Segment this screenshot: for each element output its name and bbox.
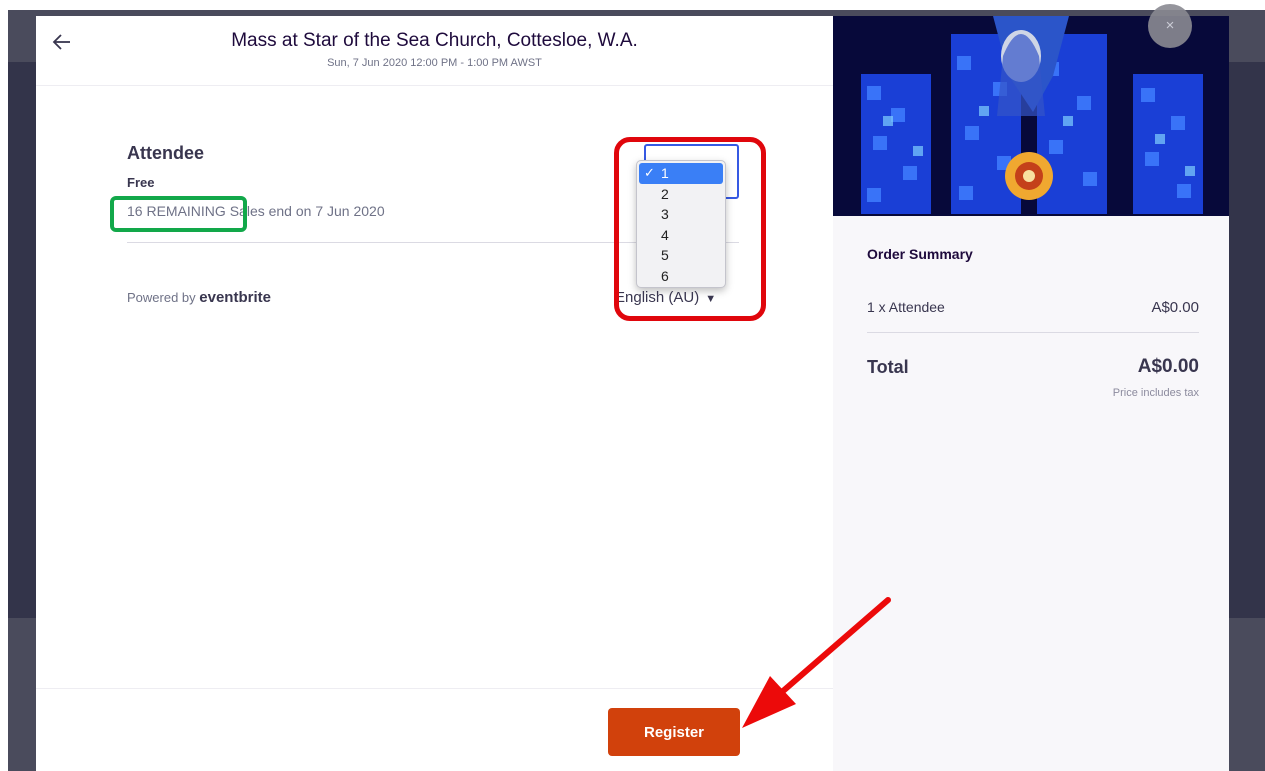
language-label: English (AU) xyxy=(615,289,700,306)
quantity-option-label: 2 xyxy=(661,185,669,202)
quantity-dropdown: ✓ 1 2 3 4 5 6 xyxy=(636,160,726,288)
total-label: Total xyxy=(867,357,909,377)
order-line-label: 1 x Attendee xyxy=(867,299,945,315)
checkmark-icon: ✓ xyxy=(644,165,655,180)
quantity-option-6[interactable]: 6 xyxy=(637,266,725,287)
quantity-option-label: 4 xyxy=(661,226,669,243)
quantity-option-2[interactable]: 2 xyxy=(637,184,725,205)
event-date: Sun, 7 Jun 2020 12:00 PM - 1:00 PM AWST xyxy=(327,57,542,69)
sales-end-date: Sales end on 7 Jun 2020 xyxy=(229,203,385,219)
ticket-name: Attendee xyxy=(127,143,205,163)
order-summary-title: Order Summary xyxy=(867,246,973,262)
event-title: Mass at Star of the Sea Church, Cotteslo… xyxy=(231,30,638,51)
checkout-main-panel: Mass at Star of the Sea Church, Cotteslo… xyxy=(36,16,833,771)
eventbrite-logo[interactable]: eventbrite xyxy=(199,289,271,306)
quantity-option-label: 1 xyxy=(661,165,669,181)
register-button[interactable]: Register xyxy=(608,708,740,756)
quantity-option-label: 5 xyxy=(661,247,669,263)
quantity-option-label: 6 xyxy=(661,267,669,284)
order-summary-panel: Order Summary 1 x Attendee A$0.00 Total … xyxy=(833,16,1229,771)
checkout-modal: Mass at Star of the Sea Church, Cotteslo… xyxy=(36,16,1229,771)
quantity-option-5[interactable]: 5 xyxy=(637,245,725,266)
chevron-down-icon: ▼ xyxy=(705,293,717,305)
tax-note: Price includes tax xyxy=(1112,387,1199,399)
language-select[interactable]: English (AU) ▼ xyxy=(615,289,716,306)
quantity-option-label: 3 xyxy=(661,206,669,222)
total-amount: A$0.00 xyxy=(1137,356,1199,377)
tickets-remaining: 16 REMAINING xyxy=(127,203,226,219)
ticket-price: Free xyxy=(127,175,155,190)
checkout-footer: Register xyxy=(36,688,833,771)
quantity-option-3[interactable]: 3 xyxy=(637,204,725,225)
order-line-amount: A$0.00 xyxy=(1151,299,1199,316)
quantity-option-4[interactable]: 4 xyxy=(637,225,725,246)
powered-by-label: Powered by xyxy=(127,290,196,305)
close-icon[interactable]: × xyxy=(1148,4,1192,48)
ticket-availability: 16 REMAINING Sales end on 7 Jun 2020 xyxy=(127,203,385,219)
quantity-option-1[interactable]: ✓ 1 xyxy=(639,163,723,184)
summary-divider xyxy=(867,332,1199,333)
checkout-header: Mass at Star of the Sea Church, Cotteslo… xyxy=(36,16,833,86)
powered-by: Powered by eventbrite xyxy=(127,289,271,306)
